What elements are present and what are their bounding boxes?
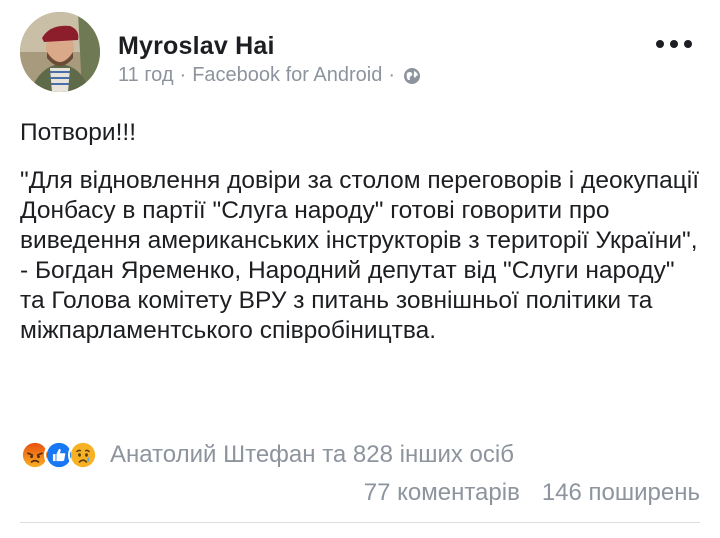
- post-source: Facebook for Android: [192, 64, 383, 86]
- dot: [684, 40, 692, 48]
- dot: [656, 40, 664, 48]
- post-text-quote: "Для відновлення довіри за столом перего…: [20, 167, 700, 344]
- divider: [20, 522, 700, 523]
- post-meta: 11 год · Facebook for Android ·: [118, 64, 421, 87]
- reactions-summary[interactable]: Анатолий Штефан та 828 інших осіб: [110, 441, 514, 469]
- avatar-photo: [20, 12, 100, 92]
- shares-count[interactable]: 146 поширень: [542, 479, 700, 507]
- dot: [670, 40, 678, 48]
- post-body: Потвори!!! "Для відновлення довіри за ст…: [20, 118, 700, 346]
- avatar[interactable]: [20, 12, 100, 92]
- post-time[interactable]: 11 год: [118, 64, 174, 87]
- author-name[interactable]: Myroslav Hai: [118, 32, 275, 61]
- post-text-line1: Потвори!!!: [20, 119, 137, 146]
- post-stats: 77 коментарів 146 поширень: [364, 479, 700, 507]
- post-header: Myroslav Hai 11 год · Facebook for Andro…: [20, 12, 700, 96]
- meta-separator: ·: [388, 64, 395, 86]
- meta-separator: ·: [179, 64, 187, 86]
- sad-icon: [68, 440, 98, 470]
- comments-count[interactable]: 77 коментарів: [364, 479, 520, 507]
- globe-icon: [404, 67, 420, 84]
- more-options-button[interactable]: [656, 40, 692, 48]
- reactions-bar[interactable]: Анатолий Штефан та 828 інших осіб: [20, 438, 514, 472]
